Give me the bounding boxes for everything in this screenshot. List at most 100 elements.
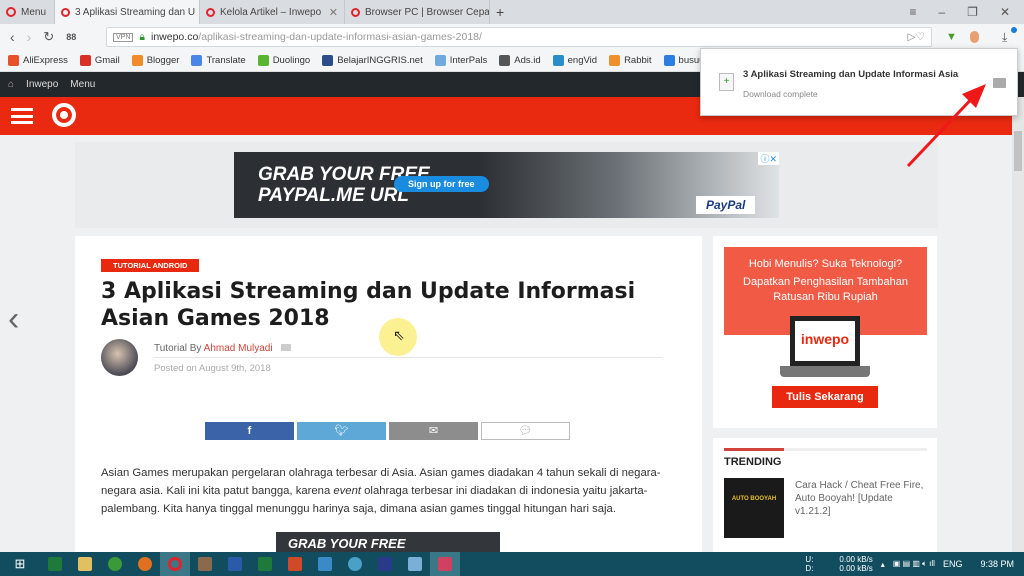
reload-icon[interactable]: ↻: [43, 29, 54, 45]
taskbar-app[interactable]: [370, 552, 400, 576]
download-icon[interactable]: ⤓: [1002, 30, 1007, 45]
tab-bar: Menu 3 Aplikasi Streaming dan U✕ Kelola …: [0, 0, 1024, 24]
favicon-icon: [351, 7, 360, 17]
bookmark-item[interactable]: engVid: [552, 55, 597, 66]
download-label: D:: [805, 564, 814, 573]
bookmark-favicon-icon: [257, 55, 269, 66]
bookmark-item[interactable]: Ads.id: [499, 55, 541, 66]
share-comment-button[interactable]: 💬︎: [481, 422, 570, 440]
taskbar-app[interactable]: [100, 552, 130, 576]
wp-menu-link[interactable]: Menu: [70, 79, 95, 90]
file-icon: +: [719, 73, 734, 91]
tulis-sekarang-button[interactable]: Tulis Sekarang: [772, 386, 878, 408]
taskbar-excel[interactable]: [250, 552, 280, 576]
hamburger-icon[interactable]: [11, 108, 33, 124]
bookmark-favicon-icon: [663, 55, 675, 66]
bookmark-label: Gmail: [94, 55, 120, 66]
tray-expand-icon[interactable]: ▴: [881, 560, 885, 569]
bookmark-item[interactable]: InterPals: [434, 55, 488, 66]
taskbar-opera[interactable]: [160, 552, 190, 576]
trending-widget: TRENDING AUTO BOOYAH Cara Hack / Cheat F…: [713, 438, 937, 552]
tab-menu-icon[interactable]: ≡: [909, 5, 916, 19]
site-logo[interactable]: [52, 103, 76, 127]
url-bar[interactable]: VPN 🔒︎ inwepo.co/aplikasi-streaming-dan-…: [106, 27, 932, 47]
taskbar-app[interactable]: [130, 552, 160, 576]
bookmark-favicon-icon: [131, 55, 143, 66]
wp-site-link[interactable]: Inwepo: [26, 79, 58, 90]
language-indicator[interactable]: ENG: [943, 559, 963, 569]
opera-menu-button[interactable]: Menu: [0, 0, 55, 24]
forward-icon[interactable]: ›: [27, 29, 32, 45]
category-badge[interactable]: TUTORIAL ANDROID: [101, 259, 200, 272]
minimize-icon[interactable]: –: [938, 5, 945, 19]
bookmark-item[interactable]: Translate: [191, 55, 246, 66]
ad-cta-button[interactable]: Sign up for free: [394, 176, 489, 192]
taskbar-app[interactable]: [40, 552, 70, 576]
taskbar-app[interactable]: [190, 552, 220, 576]
folder-icon[interactable]: [993, 78, 1006, 88]
promo-widget: Hobi Menulis? Suka Teknologi? Dapatkan P…: [713, 236, 937, 428]
send-heart-icons[interactable]: ▷♡: [908, 31, 926, 43]
taskbar-app[interactable]: [310, 552, 340, 576]
share-twitter-button[interactable]: 🐦︎: [297, 422, 386, 440]
tab-kelola[interactable]: Kelola Artikel – Inwepo ✕: [200, 0, 345, 24]
extension-icon[interactable]: ▼: [946, 31, 957, 43]
back-icon[interactable]: ‹: [10, 29, 15, 45]
bookmark-favicon-icon: [552, 55, 564, 66]
share-facebook-button[interactable]: f: [205, 422, 294, 440]
vpn-badge[interactable]: VPN: [113, 32, 134, 42]
taskbar-app[interactable]: [430, 552, 460, 576]
favicon-icon: [206, 7, 215, 17]
tab-browser[interactable]: Browser PC | Browser Cepa✕: [345, 0, 490, 24]
article-card: TUTORIAL ANDROID 3 Aplikasi Streaming da…: [75, 236, 702, 556]
bookmark-item[interactable]: Duolingo: [257, 55, 310, 66]
bookmark-item[interactable]: BelajarINGGRIS.net: [322, 55, 423, 66]
scrollbar[interactable]: [1012, 97, 1024, 552]
promo-text: Dapatkan Penghasilan Tambahan Ratusan Ri…: [743, 276, 908, 303]
bookmark-label: BelajarINGGRIS.net: [337, 55, 423, 66]
close-tab-icon[interactable]: ✕: [329, 6, 338, 19]
bookmark-item[interactable]: Rabbit: [609, 55, 652, 66]
taskbar-app[interactable]: [340, 552, 370, 576]
url-domain: inwepo.co: [151, 31, 199, 43]
thumb-text: AUTO BOOYAH: [731, 496, 777, 502]
prev-article-arrow[interactable]: ‹: [8, 300, 19, 339]
download-filename[interactable]: 3 Aplikasi Streaming dan Update Informas…: [743, 69, 959, 80]
email-icon[interactable]: [281, 344, 292, 351]
close-window-icon[interactable]: ✕: [1000, 5, 1010, 19]
bookmark-item[interactable]: Blogger: [131, 55, 180, 66]
extension-icon[interactable]: [970, 31, 979, 43]
body-emphasis: event: [333, 485, 362, 497]
taskbar-app[interactable]: [70, 552, 100, 576]
upload-label: U:: [805, 555, 814, 564]
tray-icons[interactable]: ▣ ▤ ▥ 🔈︎ ıll: [893, 559, 935, 569]
trending-item-link[interactable]: Cara Hack / Cheat Free Fire, Auto Booyah…: [795, 479, 925, 518]
wp-site-icon: ⌂: [8, 79, 15, 90]
clock[interactable]: 9:38 PM: [980, 559, 1014, 569]
bookmark-label: Blogger: [146, 55, 180, 66]
article-title: 3 Aplikasi Streaming dan Update Informas…: [101, 279, 636, 331]
bookmark-favicon-icon: [191, 55, 203, 66]
taskbar-app[interactable]: [400, 552, 430, 576]
share-email-button[interactable]: ✉: [389, 422, 478, 440]
start-button[interactable]: ⊞: [0, 552, 40, 576]
speed-dial-icon[interactable]: 88: [66, 32, 76, 42]
trending-thumbnail[interactable]: AUTO BOOYAH: [724, 478, 784, 538]
author-link[interactable]: Ahmad Mulyadi: [204, 343, 273, 354]
adchoices-icon[interactable]: ⓘ✕: [758, 152, 779, 165]
author-avatar[interactable]: [101, 339, 138, 376]
inline-ad-banner[interactable]: GRAB YOUR FREE: [276, 532, 500, 552]
taskbar-powerpoint[interactable]: [280, 552, 310, 576]
new-tab-button[interactable]: +: [490, 0, 510, 24]
ad-headline: GRAB YOUR FREE: [288, 536, 406, 551]
taskbar-word[interactable]: [220, 552, 250, 576]
promo-logo: inwepo: [795, 321, 855, 361]
bookmark-label: InterPals: [449, 55, 488, 66]
restore-icon[interactable]: ❐: [967, 5, 978, 19]
favicon-icon: [61, 7, 70, 17]
bookmark-item[interactable]: Gmail: [79, 55, 120, 66]
mouse-cursor-icon: ⇖: [393, 327, 405, 343]
bookmark-item[interactable]: AliExpress: [8, 55, 68, 66]
tab-active[interactable]: 3 Aplikasi Streaming dan U✕: [55, 0, 200, 24]
paypal-ad-banner[interactable]: GRAB YOUR FREE PAYPAL.ME URL Sign up for …: [234, 152, 779, 218]
